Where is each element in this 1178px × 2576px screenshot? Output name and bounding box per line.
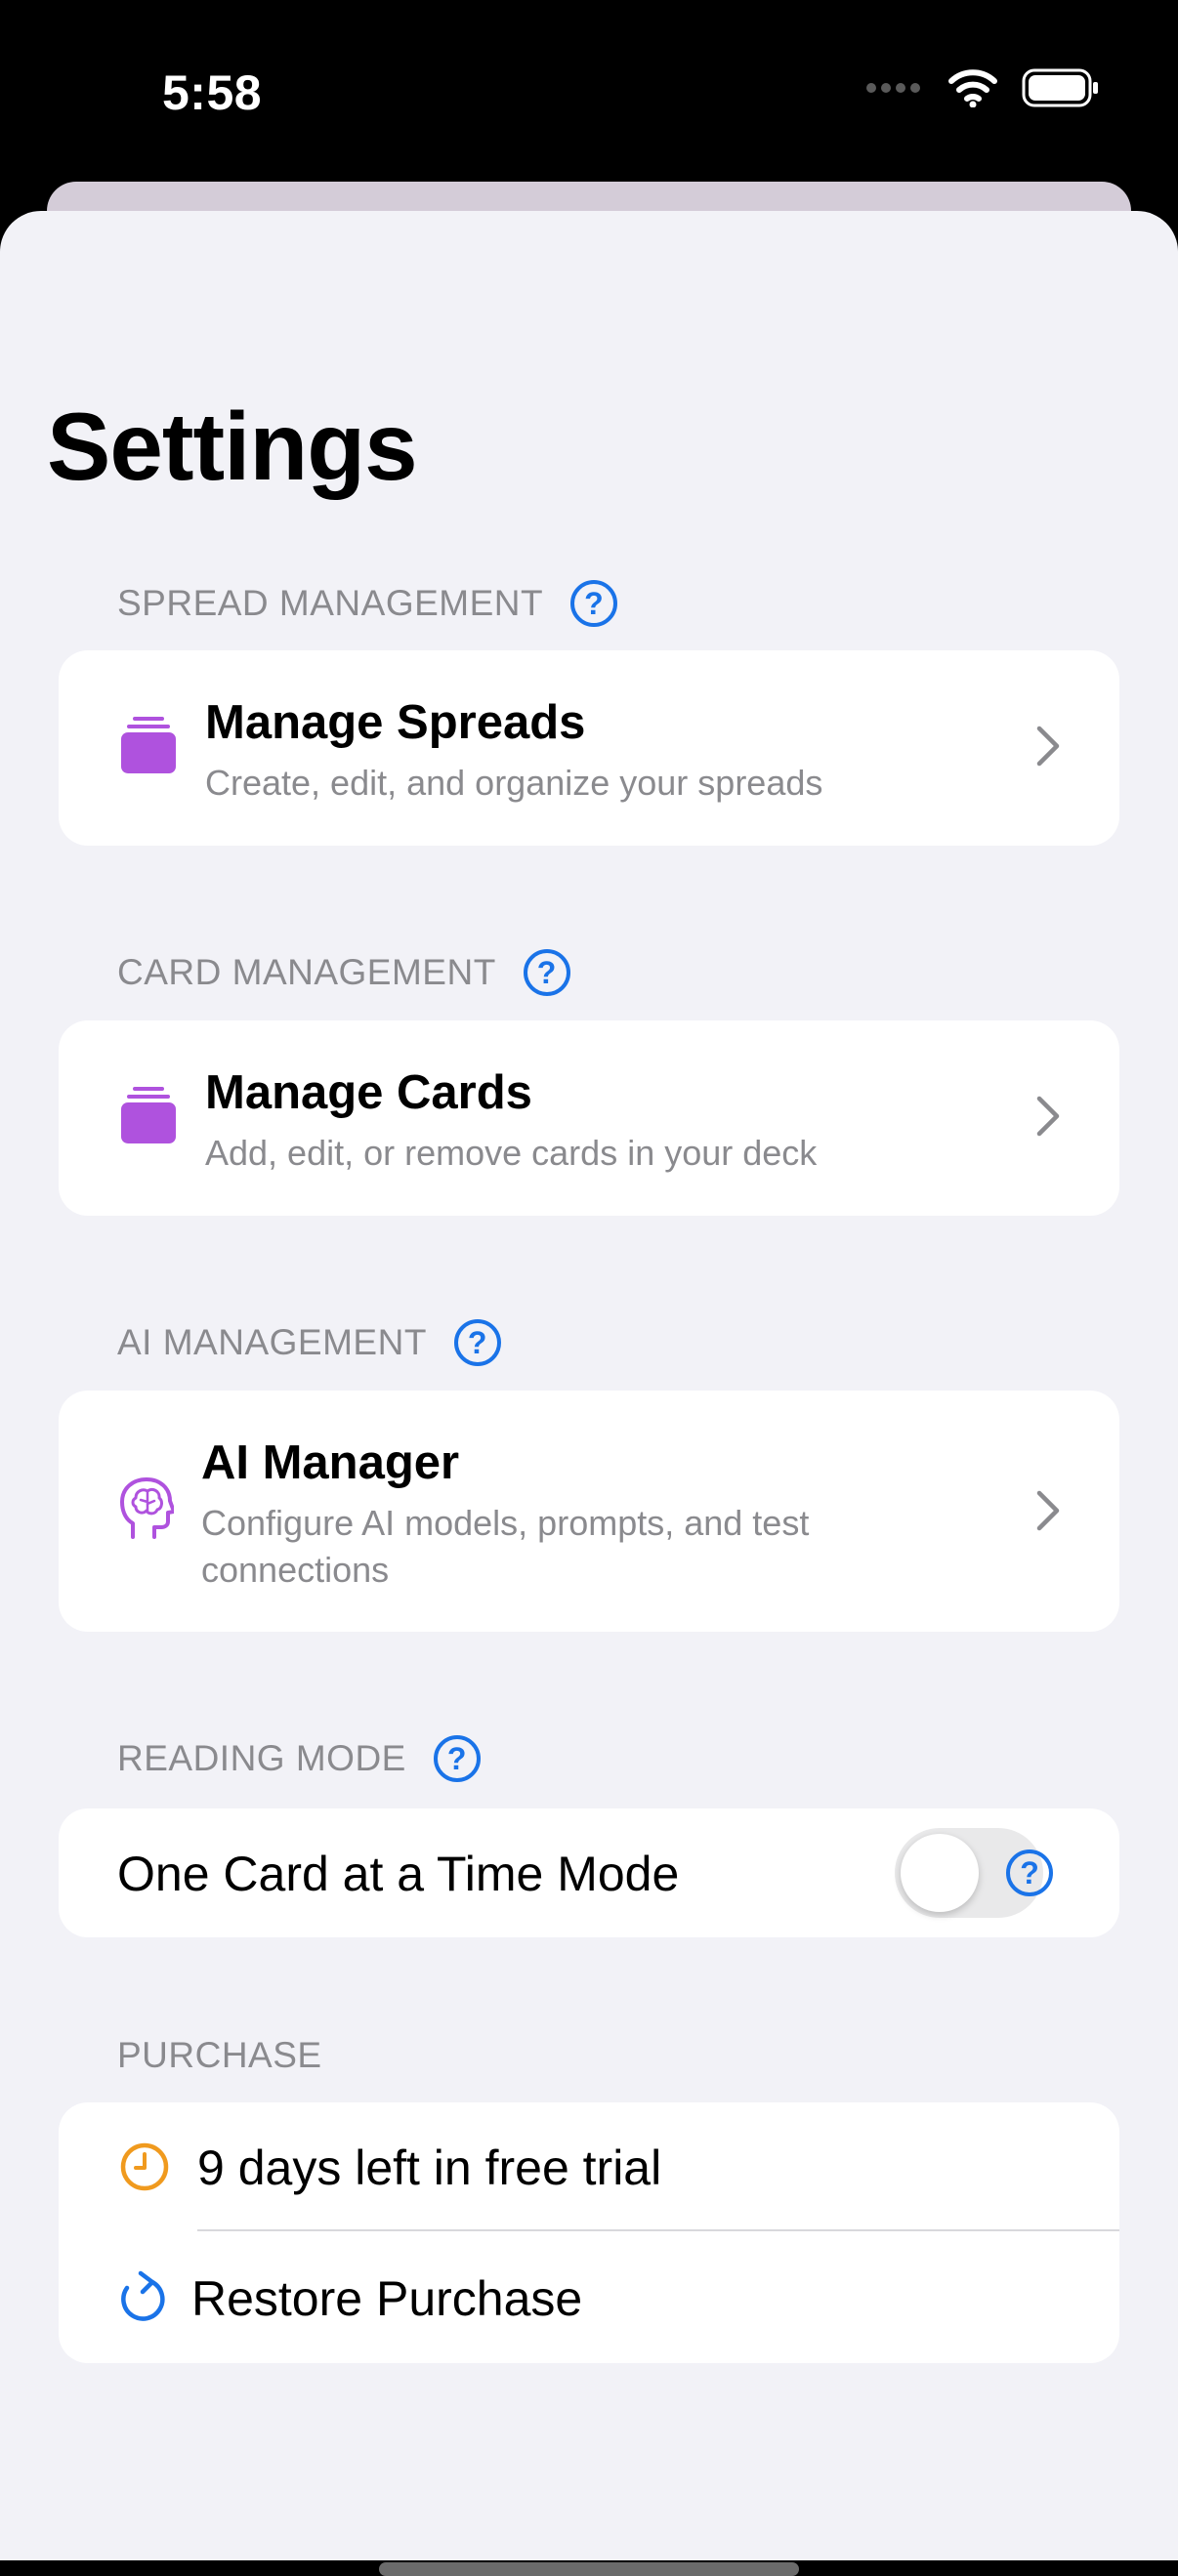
cellular-dots-icon: [865, 81, 924, 100]
restore-purchase-label: Restore Purchase: [191, 2271, 583, 2326]
page-title: Settings: [47, 393, 418, 500]
section-header-label: READING MODE: [117, 1738, 406, 1778]
one-card-mode-row: One Card at a Time Mode ?: [59, 1808, 1119, 1937]
manage-cards-subtitle: Add, edit, or remove cards in your deck: [205, 1133, 818, 1173]
help-button-ai-management[interactable]: ?: [453, 1319, 501, 1366]
manage-spreads-row[interactable]: Manage Spreads Create, edit, and organiz…: [59, 650, 1119, 846]
section-header-spread-management: SPREAD MANAGEMENT ?: [117, 580, 618, 627]
free-trial-text: 9 days left in free trial: [197, 2140, 662, 2195]
purchase-card: 9 days left in free trial Restore Purcha…: [59, 2102, 1119, 2363]
one-card-mode-label: One Card at a Time Mode: [117, 1847, 680, 1901]
section-header-label: PURCHASE: [117, 2035, 322, 2075]
help-icon: ?: [584, 585, 605, 621]
stack-icon: [121, 1087, 176, 1150]
ai-manager-subtitle-line2: connections: [201, 1550, 390, 1590]
chevron-right-icon: [1035, 1095, 1061, 1143]
stack-icon: [121, 717, 176, 780]
ai-manager-title: AI Manager: [201, 1436, 460, 1489]
chevron-right-icon: [1035, 725, 1061, 772]
manage-cards-title: Manage Cards: [205, 1066, 532, 1119]
section-header-reading-mode: READING MODE ?: [117, 1735, 481, 1782]
ai-manager-subtitle-line1: Configure AI models, prompts, and test: [201, 1503, 810, 1543]
help-icon: ?: [536, 954, 557, 990]
manage-spreads-title: Manage Spreads: [205, 696, 586, 749]
help-icon: ?: [467, 1324, 487, 1360]
section-header-card-management: CARD MANAGEMENT ?: [117, 949, 570, 996]
status-bar: 5:58: [0, 0, 1178, 186]
status-time: 5:58: [162, 65, 263, 120]
help-icon: ?: [1020, 1854, 1039, 1890]
section-header-label: CARD MANAGEMENT: [117, 952, 496, 992]
help-button-reading-mode[interactable]: ?: [433, 1735, 481, 1782]
status-icons: [865, 68, 1100, 112]
settings-sheet: Settings SPREAD MANAGEMENT ? Manage Spre…: [0, 211, 1178, 2576]
manage-spreads-subtitle: Create, edit, and organize your spreads: [205, 763, 823, 803]
clock-icon: [119, 2141, 170, 2197]
free-trial-row: 9 days left in free trial: [59, 2102, 1119, 2231]
manage-cards-row[interactable]: Manage Cards Add, edit, or remove cards …: [59, 1020, 1119, 1216]
help-button-one-card-mode[interactable]: ?: [1006, 1849, 1053, 1896]
toggle-knob: [901, 1834, 979, 1912]
home-indicator: [379, 2562, 799, 2576]
refresh-icon: [117, 2270, 168, 2330]
chevron-right-icon: [1035, 1489, 1061, 1537]
brain-head-icon: [119, 1476, 176, 1546]
section-header-purchase: PURCHASE: [117, 2035, 322, 2076]
section-header-label: AI MANAGEMENT: [117, 1322, 427, 1362]
section-header-ai-management: AI MANAGEMENT ?: [117, 1319, 501, 1366]
restore-purchase-row[interactable]: Restore Purchase: [59, 2231, 1119, 2363]
help-button-spread-management[interactable]: ?: [570, 580, 618, 627]
wifi-icon: [947, 68, 998, 112]
help-icon: ?: [446, 1740, 467, 1776]
ai-manager-row[interactable]: AI Manager Configure AI models, prompts,…: [59, 1391, 1119, 1632]
help-button-card-management[interactable]: ?: [523, 949, 570, 996]
section-header-label: SPREAD MANAGEMENT: [117, 583, 544, 623]
battery-icon: [1022, 68, 1100, 112]
